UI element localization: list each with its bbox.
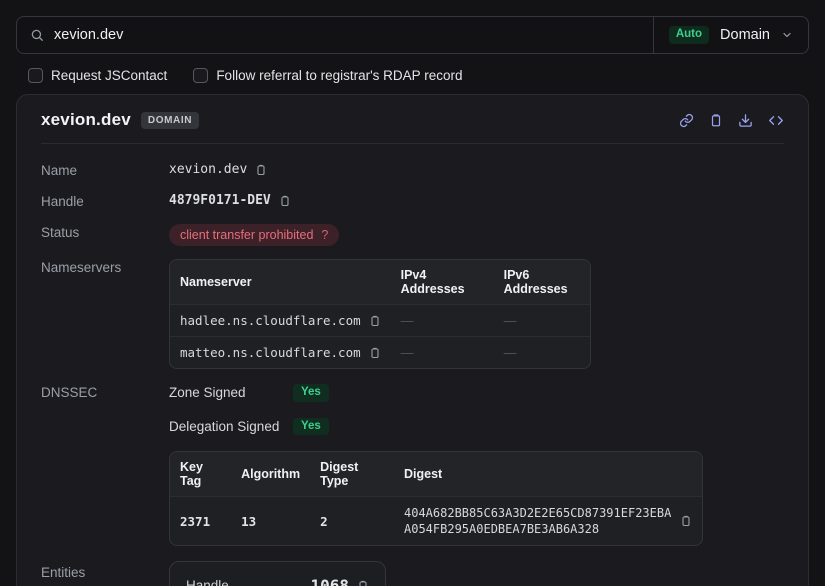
handle-label: Handle	[41, 193, 169, 209]
clipboard-icon	[709, 113, 723, 128]
nameserver-table-header: Nameserver IPv4 Addresses IPv6 Addresses	[170, 260, 590, 304]
copy-digest-button[interactable]	[680, 514, 692, 528]
permalink-button[interactable]	[679, 113, 694, 128]
dnssec-label: DNSSEC	[41, 384, 169, 400]
digest-type-value: 2	[320, 514, 328, 529]
status-help-hint[interactable]: ?	[321, 228, 328, 242]
name-value: xevion.dev	[169, 162, 247, 177]
digest-type-col-header: Digest Type	[310, 452, 394, 496]
nameserver-col-header: Nameserver	[170, 260, 391, 304]
copy-record-button[interactable]	[709, 113, 723, 128]
status-label: Status	[41, 224, 169, 240]
name-label: Name	[41, 162, 169, 178]
download-button[interactable]	[738, 113, 753, 128]
dnssec-content: Zone Signed Yes Delegation Signed Yes Ke…	[169, 384, 784, 546]
card-body: Name xevion.dev Handle 4879F0171-DEV	[41, 144, 784, 586]
dnssec-row: 2371 13 2 404A682BB85C63A3D2E2E65CD87391…	[170, 496, 702, 545]
digest-value: 404A682BB85C63A3D2E2E65CD87391EF23EBAA05…	[404, 505, 672, 537]
copy-icon	[369, 314, 381, 328]
zone-signed-row: Zone Signed Yes	[169, 384, 784, 402]
card-actions	[679, 113, 784, 128]
nameserver-row: hadlee.ns.cloudflare.com — —	[170, 304, 590, 336]
field-row-nameservers: Nameservers Nameserver IPv4 Addresses IP…	[41, 259, 784, 369]
ipv4-col-header: IPv4 Addresses	[391, 260, 494, 304]
ipv4-empty: —	[401, 313, 414, 328]
query-type-label: Domain	[720, 27, 770, 43]
keytag-value: 2371	[180, 514, 210, 529]
ipv6-empty: —	[504, 345, 517, 360]
delegation-signed-row: Delegation Signed Yes	[169, 418, 784, 436]
nameserver-value: hadlee.ns.cloudflare.com	[180, 313, 361, 328]
checkbox-follow-referral[interactable]: Follow referral to registrar's RDAP reco…	[193, 68, 462, 83]
search-input-area[interactable]	[17, 17, 653, 53]
handle-value: 4879F0171-DEV	[169, 193, 271, 208]
options-row: Request JSContact Follow referral to reg…	[28, 68, 809, 83]
field-row-handle: Handle 4879F0171-DEV	[41, 193, 784, 209]
keytag-col-header: Key Tag	[170, 452, 231, 496]
code-icon	[768, 113, 784, 128]
ipv4-empty: —	[401, 345, 414, 360]
domain-title: xevion.dev	[41, 110, 131, 130]
copy-nameserver-button[interactable]	[369, 346, 381, 360]
follow-referral-label: Follow referral to registrar's RDAP reco…	[216, 68, 462, 83]
copy-entity-handle-button[interactable]	[357, 579, 369, 586]
nameservers-label: Nameservers	[41, 259, 169, 275]
entity-card: Handle 1068 Roles registrar	[169, 561, 386, 586]
zone-signed-label: Zone Signed	[169, 385, 293, 400]
entity-handle-label: Handle	[186, 578, 229, 586]
query-type-selector[interactable]: Auto Domain	[654, 17, 808, 53]
zone-signed-badge: Yes	[293, 384, 329, 402]
request-jscontact-label: Request JSContact	[51, 68, 167, 83]
delegation-signed-badge: Yes	[293, 418, 329, 436]
card-header: xevion.dev DOMAIN	[41, 95, 784, 143]
nameserver-table: Nameserver IPv4 Addresses IPv6 Addresses…	[169, 259, 591, 369]
copy-icon	[369, 346, 381, 360]
entity-handle-row: Handle 1068	[186, 576, 369, 586]
search-input[interactable]	[54, 27, 640, 43]
copy-nameserver-button[interactable]	[369, 314, 381, 328]
algorithm-col-header: Algorithm	[231, 452, 310, 496]
follow-referral-checkbox[interactable]	[193, 68, 208, 83]
entity-handle-value: 1068	[310, 576, 349, 586]
status-badge: client transfer prohibited ?	[169, 224, 339, 246]
field-row-status: Status client transfer prohibited ?	[41, 224, 784, 246]
field-row-dnssec: DNSSEC Zone Signed Yes Delegation Signed…	[41, 384, 784, 546]
domain-result-card: xevion.dev DOMAIN	[16, 94, 809, 586]
dnssec-table: Key Tag Algorithm Digest Type Digest 237…	[169, 451, 703, 546]
chevron-down-icon	[781, 29, 793, 41]
raw-json-button[interactable]	[768, 113, 784, 128]
link-icon	[679, 113, 694, 128]
ipv6-col-header: IPv6 Addresses	[494, 260, 590, 304]
field-row-entities: Entities Handle 1068 Roles re	[41, 561, 784, 586]
field-row-name: Name xevion.dev	[41, 162, 784, 178]
auto-badge: Auto	[669, 26, 709, 44]
checkbox-request-jscontact[interactable]: Request JSContact	[28, 68, 167, 83]
status-value: client transfer prohibited	[180, 228, 313, 242]
copy-icon	[680, 514, 692, 528]
ipv6-empty: —	[504, 313, 517, 328]
delegation-signed-label: Delegation Signed	[169, 419, 293, 434]
request-jscontact-checkbox[interactable]	[28, 68, 43, 83]
nameserver-value: matteo.ns.cloudflare.com	[180, 345, 361, 360]
copy-icon	[255, 163, 267, 177]
download-icon	[738, 113, 753, 128]
copy-icon	[279, 194, 291, 208]
domain-type-badge: DOMAIN	[141, 112, 199, 129]
search-bar: Auto Domain	[16, 16, 809, 54]
nameserver-row: matteo.ns.cloudflare.com — —	[170, 336, 590, 368]
entities-label: Entities	[41, 561, 169, 580]
copy-name-button[interactable]	[255, 163, 267, 177]
copy-icon	[357, 579, 369, 586]
search-icon	[30, 28, 44, 42]
algorithm-value: 13	[241, 514, 256, 529]
copy-handle-button[interactable]	[279, 194, 291, 208]
dnssec-table-header: Key Tag Algorithm Digest Type Digest	[170, 452, 702, 496]
digest-col-header: Digest	[394, 452, 702, 496]
